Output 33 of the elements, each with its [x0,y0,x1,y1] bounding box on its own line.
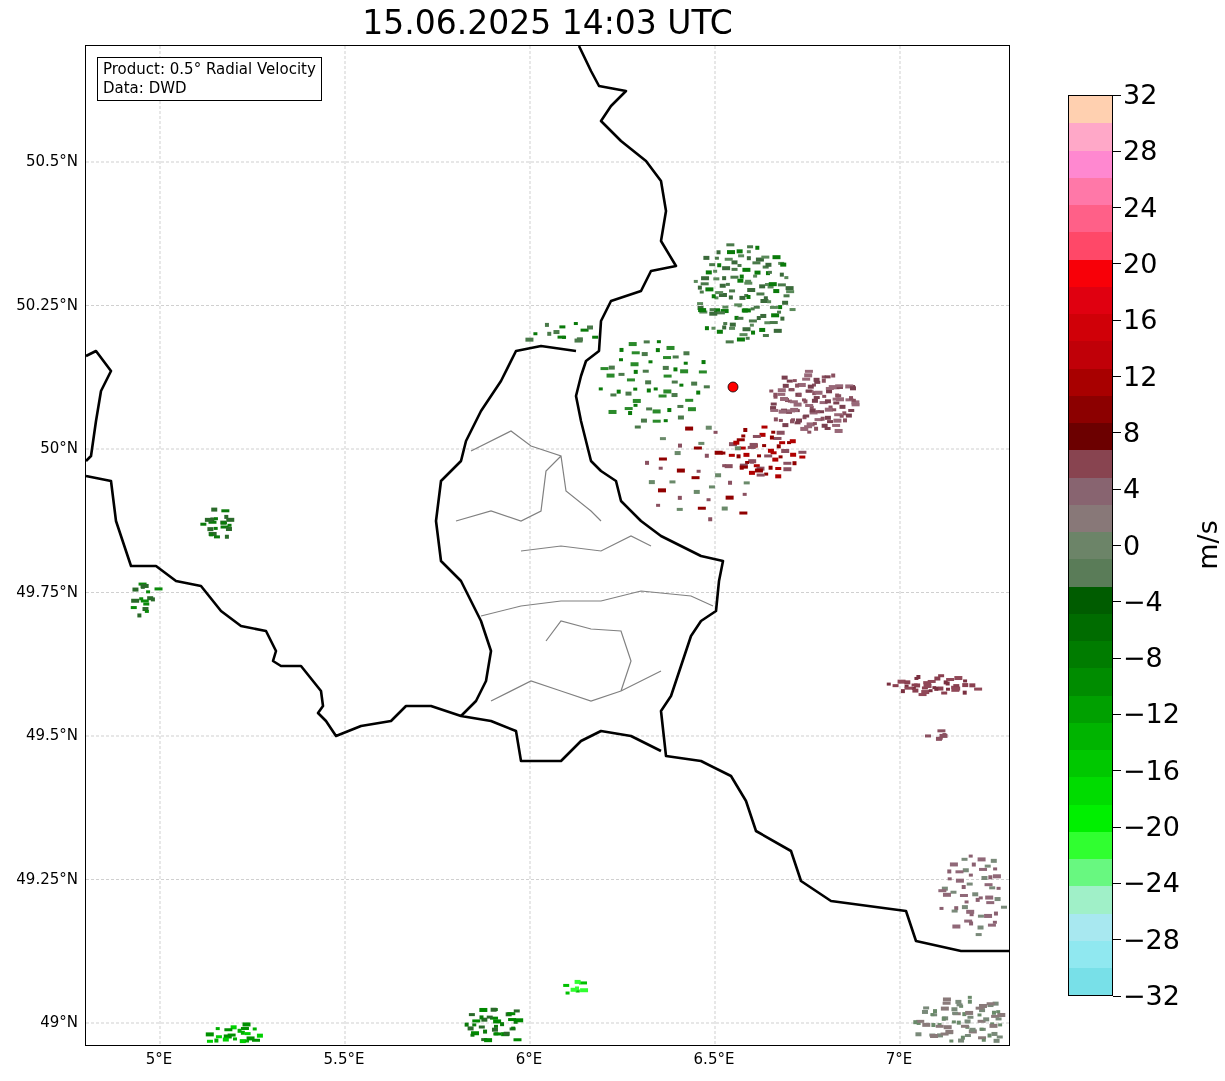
colorbar-tick-label: 28 [1123,136,1158,167]
colorbar-tick-label: 0 [1123,530,1141,561]
colorbar-tick-label: −4 [1123,586,1163,617]
colorbar-tick-label: 8 [1123,417,1141,448]
longitude-label: 6.5°E [692,1050,736,1068]
colorbar-tick-label: −12 [1123,699,1180,730]
colorbar-tick-label: 16 [1123,305,1158,336]
colorbar-tick-label: 24 [1123,192,1158,223]
colorbar-tick-label: 4 [1123,474,1141,505]
colorbar-title: m/s [1192,520,1223,570]
latitude-label: 49°N [40,1013,78,1031]
colorbar-tick-label: −16 [1123,755,1180,786]
colorbar-tick-label: 32 [1123,80,1158,110]
latitude-label: 50.5°N [25,152,78,170]
colorbar-tick-label: 20 [1123,248,1158,279]
longitude-label: 6°E [514,1050,544,1068]
latitude-label: 49.75°N [16,582,78,601]
latitude-label: 50°N [40,439,78,457]
chart-title: 15.06.2025 14:03 UTC [362,2,733,44]
colorbar-tick-label: 12 [1123,361,1158,392]
longitude-label: 5°E [144,1050,174,1068]
colorbar-tick-label: −24 [1123,868,1180,899]
latitude-label: 49.5°N [25,726,78,744]
legend-text: Product: 0.5° Radial Velocity [103,60,316,79]
colorbar-tick-label: −20 [1123,812,1180,843]
colorbar-tick-label: −32 [1123,981,1180,1011]
colorbar-tick-label: −28 [1123,924,1180,955]
longitude-label: 5.5°E [322,1050,366,1068]
latitude-label: 49.25°N [16,869,78,888]
legend-text: Data: DWD [103,79,188,98]
latitude-label: 50.25°N [16,295,78,314]
colorbar-tick-label: −8 [1123,643,1163,674]
longitude-label: 7°E [884,1050,914,1068]
